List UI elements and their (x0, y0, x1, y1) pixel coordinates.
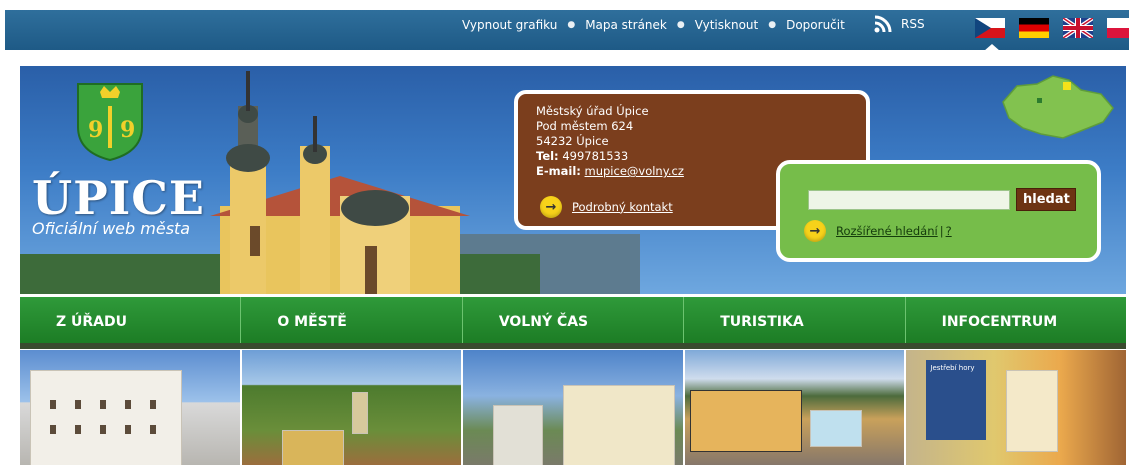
flag-cz-icon[interactable] (975, 18, 1005, 38)
building-shape (493, 405, 544, 465)
nav-item-turistika[interactable]: TURISTIKA (684, 297, 906, 347)
window-shape (100, 400, 106, 409)
link-recommend[interactable]: Doporučit (786, 18, 845, 32)
separator-dot: ● (676, 20, 685, 30)
language-flags (975, 18, 1129, 38)
contact-detail-link[interactable]: → Podrobný kontakt (540, 196, 673, 218)
contact-street: Pod městem 624 (536, 119, 634, 133)
svg-text:9: 9 (88, 117, 103, 143)
top-links: Vypnout grafiku ● Mapa stránek ● Vytiskn… (462, 18, 845, 32)
window-shape (150, 400, 156, 409)
nav-item-volny-cas[interactable]: VOLNÝ ČAS (463, 297, 685, 347)
church-illustration (210, 71, 470, 294)
link-sitemap[interactable]: Mapa stránek (585, 18, 667, 32)
contact-email-link[interactable]: mupice@volny.cz (585, 164, 684, 178)
contact-tel-label: Tel: (536, 149, 559, 163)
contact-office: Městský úřad Úpice (536, 104, 649, 118)
link-print[interactable]: Vytisknout (695, 18, 759, 32)
flag-gb-icon[interactable] (1063, 18, 1093, 38)
search-help-link[interactable]: ? (946, 224, 952, 238)
tower-shape (351, 392, 368, 434)
building-shape (30, 370, 182, 465)
window-shape (125, 400, 131, 409)
flag-pl-icon[interactable] (1107, 18, 1129, 38)
rss-link[interactable]: RSS (873, 14, 925, 34)
window-shape (100, 425, 106, 434)
window-shape (50, 400, 56, 409)
window-shape (125, 425, 131, 434)
search-button[interactable]: hledat (1016, 188, 1076, 211)
arrow-right-icon: → (804, 220, 826, 242)
contact-tel-value: 499781533 (562, 149, 629, 163)
photo-church-villa[interactable] (463, 350, 683, 465)
advanced-search-link[interactable]: Rozšířené hledání (836, 224, 938, 238)
cabin-shape (809, 410, 862, 447)
link-disable-graphics[interactable]: Vypnout grafiku (462, 18, 557, 32)
search-input[interactable] (808, 190, 1010, 210)
info-sign: Jestřebí hory (926, 360, 987, 440)
city-crest-icon: 9 9 (77, 83, 143, 162)
czech-map-icon[interactable] (997, 72, 1115, 142)
photo-town-view[interactable] (241, 350, 462, 465)
window-shape (75, 425, 81, 434)
contact-city: 54232 Úpice (536, 134, 609, 148)
svg-text:9: 9 (120, 117, 135, 143)
window-shape (150, 425, 156, 434)
rss-icon (874, 15, 892, 33)
photo-cabins[interactable] (684, 350, 905, 465)
separator-dot: ● (768, 20, 777, 30)
advanced-search: → Rozšířené hledání | ? (804, 220, 952, 242)
nav-underline (20, 343, 1126, 349)
contact-email-label: E-mail: (536, 164, 581, 178)
building-shape (281, 430, 344, 465)
window-shape (50, 425, 56, 434)
nav-item-o-meste[interactable]: O MĚSTĚ (241, 297, 463, 347)
city-subtitle: Oficiální web města (32, 219, 191, 238)
contact-detail-label: Podrobný kontakt (572, 199, 673, 214)
active-language-indicator (984, 44, 1000, 51)
nav-item-infocentrum[interactable]: INFOCENTRUM (906, 297, 1126, 347)
rss-label: RSS (901, 17, 925, 31)
photo-infocentre[interactable]: Jestřebí hory (906, 350, 1126, 465)
door-shape (1006, 370, 1059, 452)
section-photos: Jestřebí hory (20, 350, 1126, 465)
search-box: hledat → Rozšířené hledání | ? (776, 160, 1101, 262)
nav-item-z-uradu[interactable]: Z ÚŘADU (20, 297, 242, 347)
city-title: ÚPICE (32, 171, 205, 225)
arrow-right-icon: → (540, 196, 562, 218)
cabin-shape (689, 390, 802, 452)
building-shape (563, 385, 676, 465)
window-shape (75, 400, 81, 409)
photo-town-hall[interactable] (20, 350, 240, 465)
separator-dot: ● (567, 20, 576, 30)
flag-de-icon[interactable] (1019, 18, 1049, 38)
main-nav: Z ÚŘADU O MĚSTĚ VOLNÝ ČAS TURISTIKA INFO… (20, 297, 1126, 347)
advanced-search-separator: | (939, 224, 944, 238)
